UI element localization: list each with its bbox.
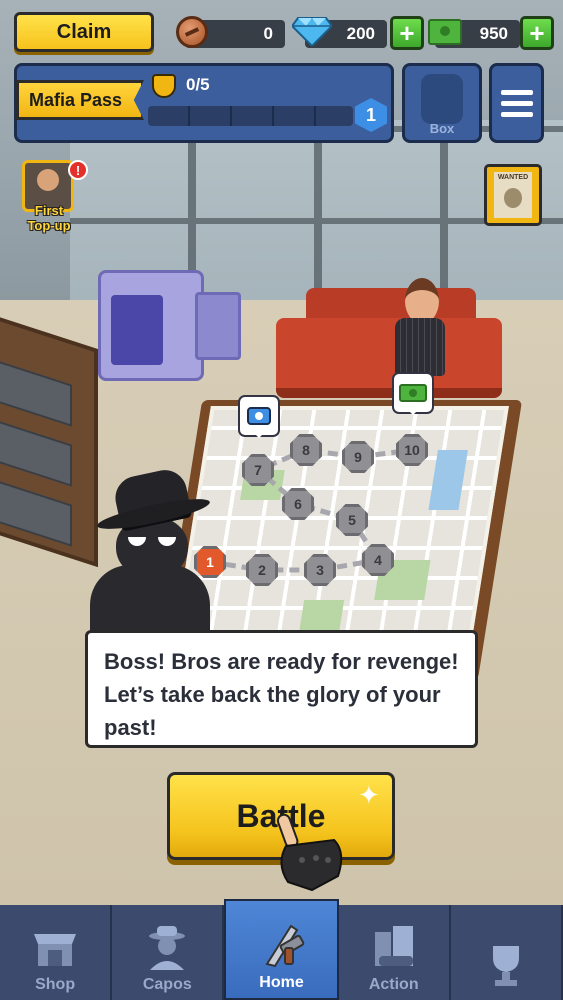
weapons-icon — [264, 924, 304, 968]
menu-line — [500, 100, 533, 106]
topup-label-line: Top-up — [27, 218, 71, 233]
nav-tab-shop[interactable]: Shop — [0, 905, 113, 1000]
reward-cash-pin[interactable] — [392, 372, 434, 415]
dialog-text: Boss! Bros are ready for revenge! Let’s … — [104, 649, 459, 740]
loot-box-icon — [247, 407, 271, 425]
dialog-box: Boss! Bros are ready for revenge! Let’s … — [85, 630, 478, 748]
box-label: Box — [429, 121, 455, 136]
capo-icon — [149, 926, 186, 970]
nav-tab-home[interactable]: Home — [224, 899, 339, 1000]
trophy-icon — [492, 946, 519, 986]
pass-progress-bar — [148, 106, 353, 126]
bottom-navigation: Shop Capos Home Action — [0, 899, 563, 1000]
menu-line — [500, 111, 533, 117]
coin-icon — [176, 16, 208, 48]
wanted-label: WANTED — [497, 174, 529, 181]
nav-tab-capos[interactable]: Capos — [112, 905, 225, 1000]
wanted-poster-icon: WANTED — [494, 172, 532, 218]
mafia-pass-title: Mafia Pass — [16, 80, 144, 120]
nav-tab-action[interactable]: Action — [339, 905, 451, 1000]
mystery-box-icon — [421, 74, 463, 124]
shadow-mafia-advisor — [86, 465, 216, 645]
pass-badge-icon — [152, 74, 176, 98]
nav-label: Capos — [142, 976, 192, 993]
alert-badge: ! — [68, 160, 88, 180]
nav-tab-trophy[interactable] — [451, 905, 563, 1000]
shop-icon — [34, 934, 77, 966]
box-button[interactable]: Box — [402, 63, 482, 143]
add-cash-button[interactable]: + — [520, 16, 554, 50]
diamond-icon — [292, 17, 332, 46]
add-gems-button[interactable]: + — [390, 16, 424, 50]
cash-icon — [428, 19, 462, 45]
pass-progress-text: 0/5 — [186, 75, 210, 94]
cash-icon — [399, 384, 427, 402]
tutorial-hand-icon — [276, 813, 343, 892]
menu-line — [500, 89, 533, 95]
first-topup-label: First Top-up — [14, 203, 84, 233]
nav-label: Shop — [35, 976, 76, 993]
nav-label: Home — [259, 974, 304, 991]
nav-label: Action — [368, 976, 419, 993]
city-icon — [374, 926, 413, 966]
claim-button[interactable]: Claim — [14, 12, 154, 52]
sparkle-icon: ✦ — [358, 780, 380, 810]
reward-box-pin[interactable] — [238, 395, 280, 438]
menu-button[interactable] — [489, 63, 544, 143]
wanted-poster-button[interactable]: WANTED — [484, 164, 542, 226]
topup-label-line: First — [34, 203, 64, 218]
